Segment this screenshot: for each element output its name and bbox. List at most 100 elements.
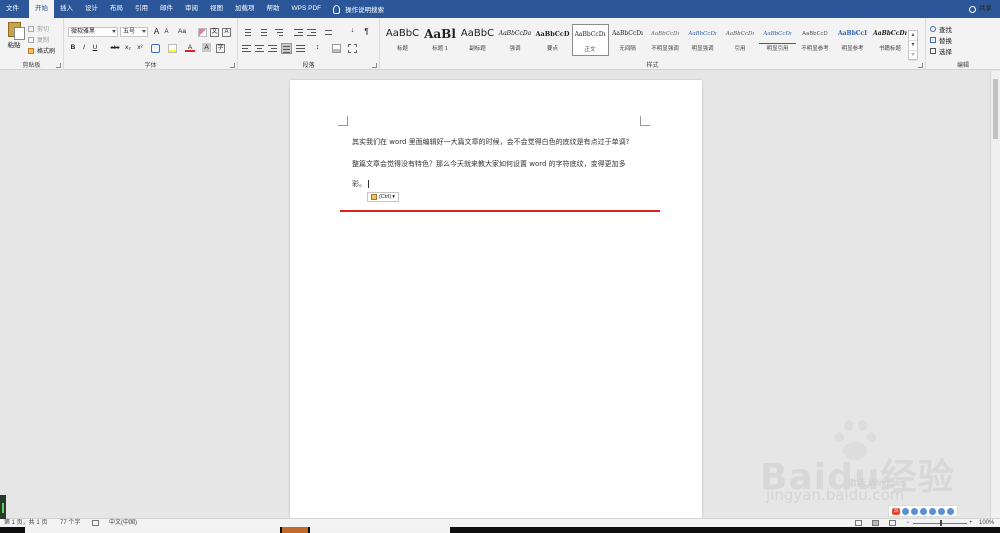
paste-button[interactable]: 粘贴	[4, 22, 25, 56]
phonetic-guide-icon[interactable]: 文	[210, 28, 219, 37]
style-item[interactable]: AaBbCcDı 明显引用	[759, 24, 796, 56]
asian-layout-icon[interactable]	[324, 28, 333, 37]
doc-paragraph-1[interactable]: 其实我们在 word 里面编辑好一大篇文章的时候，会不会觉得白色的底纹是有点过于…	[352, 137, 629, 147]
sort-icon[interactable]: ↓	[348, 27, 357, 36]
ribbon-tab[interactable]: 设计	[79, 0, 104, 18]
underline-button[interactable]: U	[91, 43, 99, 53]
align-center-icon[interactable]	[255, 44, 264, 53]
ime-toolbar[interactable]: S	[888, 505, 958, 517]
find-button[interactable]: 查找	[930, 24, 952, 34]
ribbon-tab[interactable]: 加载项	[229, 0, 261, 18]
clipboard-launcher[interactable]	[56, 63, 61, 68]
doc-paragraph-2[interactable]: 整篇文章会觉得没有特色？那么今天就来教大家如何设置 word 的字符底纹，变得更…	[352, 159, 626, 169]
font-color-button[interactable]: A	[185, 43, 195, 52]
ribbon-tab[interactable]: 引用	[129, 0, 154, 18]
italic-button[interactable]: I	[80, 43, 88, 53]
print-layout-icon[interactable]	[872, 520, 879, 526]
paragraph-launcher[interactable]	[372, 63, 377, 68]
strikethrough-button[interactable]: abc	[108, 43, 122, 53]
more-icon[interactable]: ▿	[909, 51, 917, 61]
bullets-icon[interactable]	[242, 28, 251, 37]
shrink-font-button[interactable]: A	[162, 27, 171, 37]
character-shading-button[interactable]: A	[202, 43, 211, 52]
styles-launcher[interactable]	[918, 63, 923, 68]
style-item[interactable]: AaBbCcDa 强调	[497, 24, 534, 56]
zoom-slider-thumb[interactable]	[940, 520, 942, 526]
style-item[interactable]: AaBbCcDı 书籍标题	[872, 24, 909, 56]
shading-icon[interactable]	[332, 44, 341, 53]
format-painter-button[interactable]: 格式刷	[28, 46, 55, 55]
style-item[interactable]: AaBbCcDı 引用	[722, 24, 759, 56]
scrollbar-thumb[interactable]	[993, 79, 998, 139]
sogou-ime-icon[interactable]: S	[892, 507, 900, 515]
style-item[interactable]: AaBbC 标题	[384, 24, 421, 56]
style-item[interactable]: AaBbCcI 明显参考	[834, 24, 871, 56]
language-icon[interactable]	[902, 507, 909, 515]
font-launcher[interactable]	[230, 63, 235, 68]
highlight-icon[interactable]	[168, 44, 177, 53]
line-spacing-icon[interactable]: ↕	[313, 44, 322, 53]
skin-icon[interactable]	[938, 507, 945, 515]
distributed-icon[interactable]	[296, 44, 305, 53]
ribbon-tab[interactable]: 审阅	[179, 0, 204, 18]
font-name-select[interactable]: 微软雅黑	[68, 27, 118, 37]
replace-button[interactable]: 替换	[930, 35, 952, 45]
font-size-select[interactable]: 五号	[120, 27, 148, 37]
ribbon-tab[interactable]: 布局	[104, 0, 129, 18]
style-item[interactable]: AaBl 标题 1	[422, 24, 459, 56]
taskbar-app-strip[interactable]	[25, 527, 280, 533]
keyboard-icon[interactable]	[929, 507, 936, 515]
change-case-button[interactable]: Aa	[175, 27, 189, 37]
decrease-indent-icon[interactable]	[294, 28, 303, 37]
ribbon-tab[interactable]: 帮助	[261, 0, 286, 18]
style-item[interactable]: AaBbCcD 不明显参考	[797, 24, 834, 56]
justify-icon[interactable]	[281, 43, 292, 54]
styles-gallery-scroll[interactable]: ▴ ▾ ▿	[908, 30, 918, 61]
align-left-icon[interactable]	[242, 44, 251, 53]
proofing-icon[interactable]	[92, 520, 99, 526]
emoji-icon[interactable]	[911, 507, 918, 515]
align-right-icon[interactable]	[268, 44, 277, 53]
vertical-scrollbar[interactable]	[990, 71, 1000, 518]
chevron-down-icon[interactable]: ▾	[909, 41, 917, 51]
enclose-char-icon[interactable]: 字	[216, 44, 225, 53]
increase-indent-icon[interactable]	[307, 28, 316, 37]
text-effects-icon[interactable]	[151, 44, 160, 53]
ribbon-tab[interactable]: 邮件	[154, 0, 179, 18]
chevron-up-icon[interactable]: ▴	[909, 31, 917, 41]
select-button[interactable]: 选择	[930, 46, 952, 56]
clear-formatting-icon[interactable]	[198, 28, 207, 37]
superscript-button[interactable]: x²	[135, 43, 145, 53]
ribbon-tab[interactable]: WPS PDF	[286, 0, 328, 18]
style-item[interactable]: AaBbCcDı 正文	[571, 24, 609, 56]
ribbon-tab[interactable]: 开始	[29, 0, 54, 18]
document-page[interactable]: 其实我们在 word 里面编辑好一大篇文章的时候，会不会觉得白色的底纹是有点过于…	[290, 80, 702, 518]
style-item[interactable]: AaBbCcDı 明显强调	[684, 24, 721, 56]
ribbon-tab[interactable]: 视图	[204, 0, 229, 18]
tools-icon[interactable]	[947, 507, 954, 515]
show-marks-icon[interactable]: ¶	[362, 27, 371, 36]
style-item[interactable]: AaBbC 副标题	[459, 24, 496, 56]
borders-icon[interactable]	[348, 44, 357, 53]
copy-button[interactable]: 复制	[28, 35, 49, 44]
cut-button[interactable]: 剪切	[28, 24, 49, 33]
tell-me-search[interactable]: 操作说明搜索	[333, 4, 384, 14]
share-button[interactable]: 共享	[969, 0, 992, 18]
grow-font-button[interactable]: A	[152, 27, 161, 37]
numbering-icon[interactable]	[258, 28, 267, 37]
enclose-chars-icon[interactable]: A	[222, 28, 231, 37]
doc-paragraph-3[interactable]: 彩。	[352, 179, 369, 189]
microphone-icon[interactable]	[920, 507, 927, 515]
style-item[interactable]: AaBbCcDı 无间隔	[609, 24, 646, 56]
subscript-button[interactable]: x₂	[123, 43, 133, 53]
web-layout-icon[interactable]	[889, 520, 896, 526]
taskbar-app-strip[interactable]	[282, 527, 308, 533]
ribbon-tab[interactable]: 插入	[54, 0, 79, 18]
style-item[interactable]: AaBbCcDı 不明显强调	[647, 24, 684, 56]
multilevel-list-icon[interactable]	[274, 28, 283, 37]
paste-options-button[interactable]: (Ctrl) ▾	[367, 192, 399, 202]
taskbar-app-strip[interactable]	[310, 527, 450, 533]
ribbon-tab[interactable]: 文件	[0, 0, 25, 18]
read-mode-icon[interactable]	[855, 520, 862, 526]
bold-button[interactable]: B	[69, 43, 77, 53]
